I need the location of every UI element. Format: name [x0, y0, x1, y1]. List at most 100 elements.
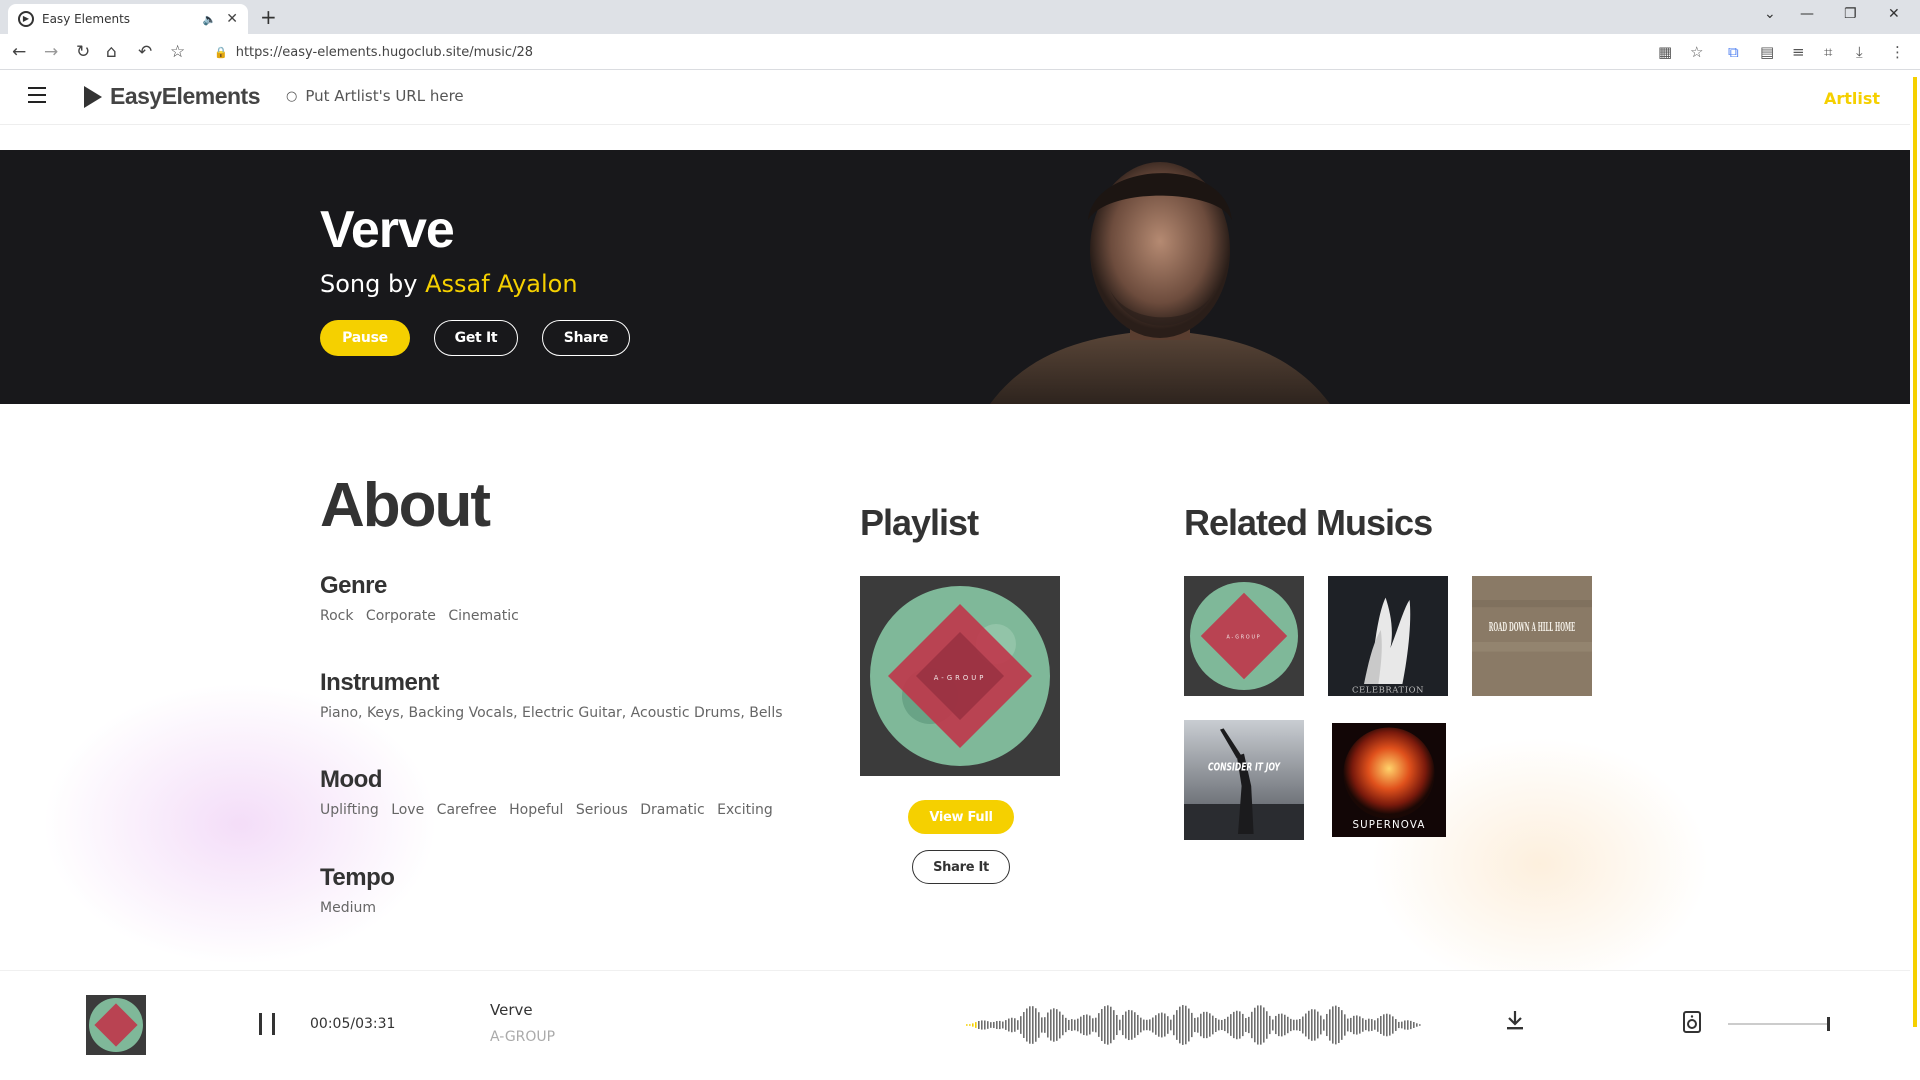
- undo-icon[interactable]: ↶: [138, 42, 152, 62]
- waveform-bar: [1116, 1014, 1118, 1036]
- waveform-bar: [1185, 1005, 1187, 1045]
- reload-icon[interactable]: ↻: [76, 42, 90, 62]
- tempo-section: Tempo Medium: [320, 864, 395, 916]
- back-icon[interactable]: ←: [12, 42, 26, 62]
- waveform-bar: [1197, 1017, 1199, 1033]
- tab-search-icon[interactable]: ⌄: [1764, 6, 1776, 22]
- mood-tag[interactable]: Hopeful: [509, 802, 563, 818]
- artist-link[interactable]: Assaf Ayalon: [425, 270, 577, 298]
- close-window-icon[interactable]: ✕: [1888, 6, 1900, 22]
- related-cover-a-group[interactable]: A-GROUP: [1184, 576, 1304, 696]
- mood-tag[interactable]: Exciting: [717, 802, 773, 818]
- waveform-bar: [1083, 1014, 1085, 1036]
- waveform-bar: [1329, 1009, 1331, 1041]
- waveform-bar: [1146, 1019, 1148, 1031]
- pause-button[interactable]: Pause: [320, 320, 410, 356]
- genre-tag[interactable]: Corporate: [366, 608, 436, 624]
- related-cover-supernova[interactable]: SUPERNOVA: [1332, 723, 1446, 837]
- waveform-bar: [1386, 1013, 1388, 1037]
- page-scrollbar[interactable]: [1910, 71, 1920, 1080]
- close-tab-icon[interactable]: ✕: [226, 11, 238, 27]
- audio-player-bar: 00:05/03:31 Verve A-GROUP: [0, 970, 1910, 1078]
- waveform-bar: [1170, 1019, 1172, 1031]
- download-icon[interactable]: ⤓: [1856, 43, 1863, 61]
- waveform-bar: [1014, 1018, 1016, 1032]
- related-cover-text: CELEBRATION: [1352, 684, 1424, 694]
- mood-tag[interactable]: Carefree: [437, 802, 497, 818]
- waveform-bar: [1011, 1017, 1013, 1033]
- waveform-bar: [1338, 1006, 1340, 1044]
- menu-kebab-icon[interactable]: ⋮: [1890, 43, 1905, 61]
- waveform-bar: [1242, 1013, 1244, 1037]
- related-cover-text: SUPERNOVA: [1353, 819, 1426, 831]
- waveform-bar: [1125, 1011, 1127, 1039]
- mood-tag[interactable]: Dramatic: [640, 802, 704, 818]
- waveform-bar: [990, 1022, 992, 1028]
- playlist-cover[interactable]: A-GROUP: [860, 576, 1060, 776]
- qr-icon[interactable]: ▦: [1658, 43, 1672, 61]
- genre-tag[interactable]: Cinematic: [448, 608, 518, 624]
- genre-section: Genre Rock Corporate Cinematic: [320, 572, 527, 624]
- genre-tag[interactable]: Rock: [320, 608, 353, 624]
- get-it-button[interactable]: Get It: [434, 320, 518, 356]
- related-musics-heading: Related Musics: [1184, 502, 1433, 543]
- speaker-icon[interactable]: 🔈: [203, 13, 217, 26]
- hamburger-menu-icon[interactable]: [28, 87, 46, 108]
- extensions-icon[interactable]: ▤: [1760, 43, 1774, 61]
- pause-icon[interactable]: [258, 1013, 278, 1035]
- browser-tab[interactable]: ▶ Easy Elements 🔈 ✕: [8, 4, 248, 34]
- waveform-bar: [1062, 1014, 1064, 1036]
- playlist-heading: Playlist: [860, 502, 979, 543]
- related-cover-celebration[interactable]: CELEBRATION: [1328, 576, 1448, 696]
- crop-icon[interactable]: ⌗: [1824, 43, 1832, 61]
- share-button[interactable]: Share: [542, 320, 630, 356]
- waveform-bar: [1281, 1013, 1283, 1037]
- mood-tag[interactable]: Love: [391, 802, 424, 818]
- now-playing-title: Verve: [490, 1001, 533, 1019]
- waveform-bar: [1032, 1006, 1034, 1044]
- waveform-bar: [1005, 1020, 1007, 1030]
- waveform-bar: [1035, 1008, 1037, 1042]
- share-it-button[interactable]: Share It: [912, 850, 1010, 884]
- address-bar[interactable]: 🔒 https://easy-elements.hugoclub.site/mu…: [204, 38, 1654, 66]
- waveform-bar: [1356, 1015, 1358, 1035]
- waveform-bar: [1110, 1006, 1112, 1044]
- bookmark-star-icon[interactable]: ☆: [170, 42, 185, 62]
- volume-knob[interactable]: [1827, 1017, 1830, 1031]
- waveform-bar: [1317, 1011, 1319, 1039]
- waveform-bar: [1350, 1017, 1352, 1033]
- volume-slider[interactable]: [1728, 1017, 1830, 1031]
- waveform-bar: [1251, 1011, 1253, 1039]
- translate-icon[interactable]: ⧉: [1728, 43, 1739, 61]
- home-icon[interactable]: ⌂: [106, 42, 117, 62]
- waveform-bar: [1275, 1015, 1277, 1035]
- related-cover-road-down-a-hill-home[interactable]: ROAD DOWN A HILL HOME: [1472, 576, 1592, 696]
- waveform-bar: [1188, 1008, 1190, 1042]
- artlist-logo[interactable]: Artlist: [1824, 89, 1880, 108]
- brand-logo[interactable]: EasyElements: [84, 83, 260, 110]
- waveform-bar: [1218, 1019, 1220, 1031]
- star-icon[interactable]: ☆: [1690, 43, 1703, 61]
- waveform-bar: [1380, 1015, 1382, 1035]
- waveform-seekbar[interactable]: [966, 1005, 1422, 1045]
- download-icon[interactable]: [1505, 1009, 1525, 1031]
- browser-tab-bar: ▶ Easy Elements 🔈 ✕ + ⌄ — ❐ ✕: [0, 0, 1920, 34]
- related-cover-consider-it-joy[interactable]: CONSIDER IT JOY: [1184, 720, 1304, 840]
- speaker-icon[interactable]: [1683, 1011, 1701, 1033]
- artist-url-search[interactable]: ○ Put Artlist's URL here: [286, 87, 464, 105]
- minimize-icon[interactable]: —: [1800, 6, 1814, 22]
- forward-icon[interactable]: →: [44, 42, 58, 62]
- waveform-bar: [969, 1024, 971, 1026]
- view-full-button[interactable]: View Full: [908, 800, 1014, 834]
- now-playing-cover[interactable]: [86, 995, 146, 1055]
- genre-heading: Genre: [320, 572, 387, 599]
- reading-list-icon[interactable]: ≡: [1792, 43, 1805, 61]
- waveform-bar: [1263, 1007, 1265, 1043]
- new-tab-icon[interactable]: +: [260, 5, 277, 29]
- mood-tag[interactable]: Uplifting: [320, 802, 379, 818]
- waveform-bar: [1164, 1013, 1166, 1037]
- restore-icon[interactable]: ❐: [1844, 6, 1857, 22]
- search-placeholder: Put Artlist's URL here: [305, 87, 464, 105]
- mood-tag[interactable]: Serious: [576, 802, 628, 818]
- waveform-bar: [1404, 1020, 1406, 1030]
